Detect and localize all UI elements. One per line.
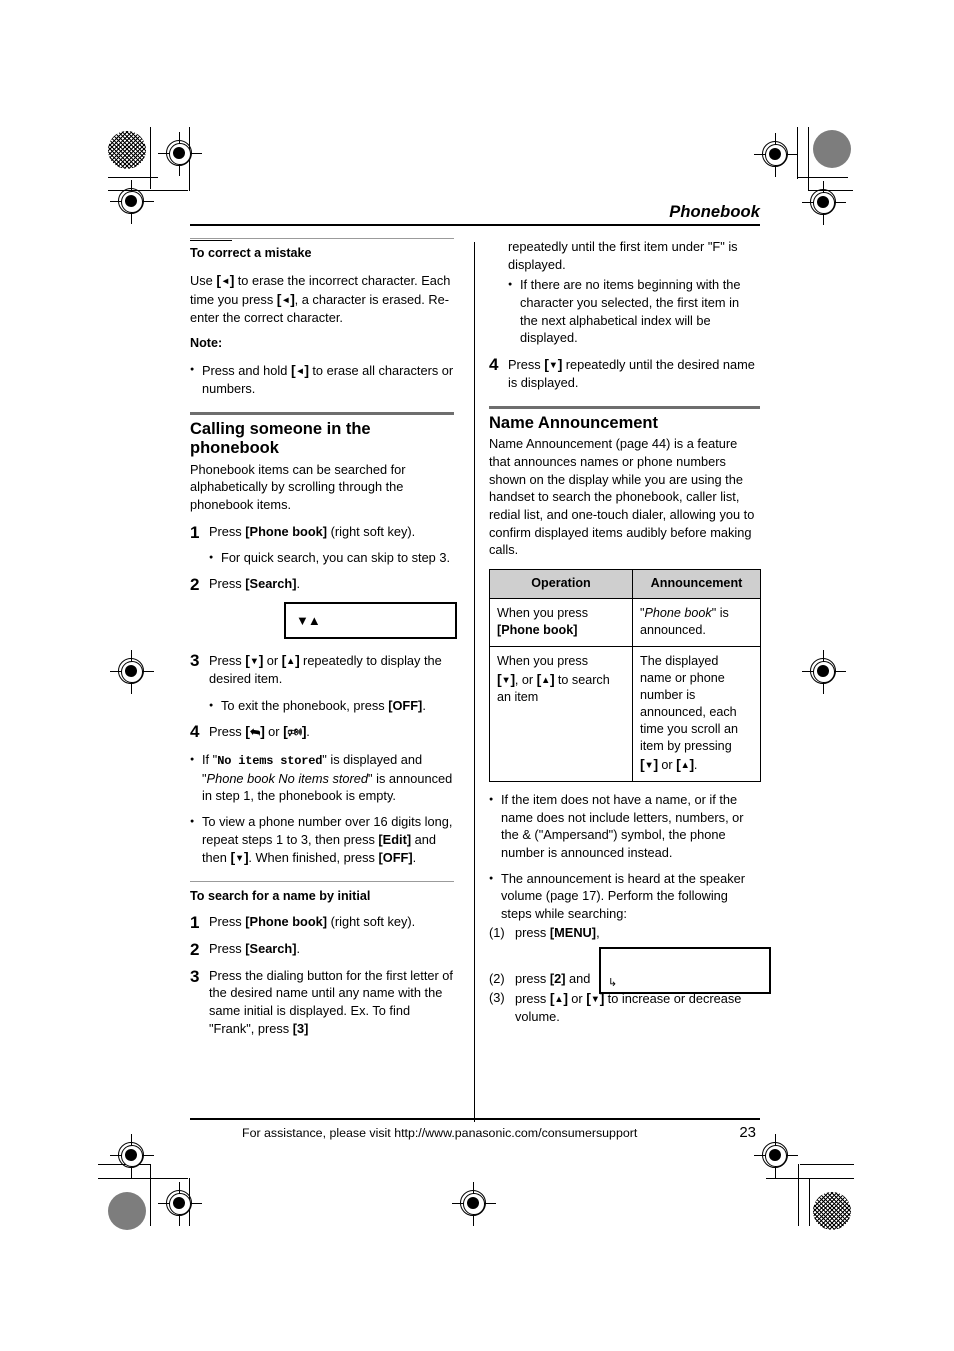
section-divider bbox=[190, 880, 454, 882]
volume-step-2: (2) press [2] and bbox=[489, 971, 591, 987]
step-number: 3 bbox=[190, 966, 200, 986]
handset-icon: ➦ bbox=[248, 723, 262, 740]
step-number: 2 bbox=[190, 939, 200, 959]
long-number-bullet: To view a phone number over 16 digits lo… bbox=[190, 813, 454, 868]
crop-mark bbox=[798, 1164, 799, 1226]
registration-mark bbox=[754, 133, 798, 177]
density-blob-bottom-right bbox=[813, 1192, 851, 1230]
registration-mark bbox=[110, 180, 154, 224]
step-3-scroll: 3 Press [▼] or [▲] repeatedly to display … bbox=[190, 650, 442, 686]
volume-step-3: (3) press [▲] or [▼] to increase or decre… bbox=[489, 989, 742, 1025]
registration-mark bbox=[452, 1182, 496, 1226]
correct-mistake-paragraph: Use [◄] to erase the incorrect character… bbox=[190, 271, 451, 326]
table-row: When you press [Phone book] "Phone book" … bbox=[489, 597, 761, 647]
heading-calling-someone: Calling someone in the phonebook bbox=[190, 419, 371, 458]
page-title: Phonebook bbox=[669, 203, 760, 221]
registration-mark bbox=[754, 1134, 798, 1178]
initial-step-2: 2 Press [Search]. bbox=[190, 939, 454, 959]
footer-divider bbox=[190, 1118, 760, 1120]
col-header-operation: Operation bbox=[489, 568, 633, 599]
volume-step-1: (1) press [MENU], bbox=[489, 924, 600, 940]
step-number: 4 bbox=[190, 722, 200, 742]
heading-name-announcement: Name Announcement bbox=[489, 413, 658, 432]
registration-mark bbox=[110, 1134, 154, 1178]
cell-announcement: The displayed name or phone number is an… bbox=[632, 645, 761, 782]
crop-mark bbox=[798, 177, 848, 178]
column-gutter bbox=[462, 238, 488, 1122]
page-content: Phonebook To correct a mistake Use [◄] t… bbox=[190, 196, 771, 1146]
crop-mark bbox=[98, 1178, 188, 1179]
volume-bullet: The announcement is heard at the speaker… bbox=[489, 870, 760, 923]
density-blob-bottom-left bbox=[108, 1192, 146, 1230]
section-divider bbox=[190, 238, 454, 239]
initial-step-3: 3 Press the dialing button for the first … bbox=[190, 966, 453, 1036]
page-footer: For assistance, please visit http://www.… bbox=[190, 1118, 760, 1146]
step-2-search: 2 Press [Search]. bbox=[190, 574, 454, 594]
registration-mark bbox=[110, 650, 154, 694]
continued-step-4: 4 Press [▼] repeatedly until the desired … bbox=[489, 354, 755, 391]
crop-mark bbox=[800, 1164, 854, 1165]
announcement-table: Operation Announcement When you press [Ph… bbox=[489, 568, 761, 782]
left-column: To correct a mistake Use [◄] to erase th… bbox=[190, 238, 462, 1046]
registration-mark bbox=[802, 181, 846, 225]
step-4-call: 4 Press [➦] or [🕬]. bbox=[190, 722, 454, 742]
column-divider bbox=[474, 242, 475, 1122]
speakerphone-icon: 🕬 bbox=[287, 727, 303, 740]
registration-mark bbox=[158, 132, 202, 176]
heading-search-by-initial: To search for a name by initial bbox=[190, 888, 371, 903]
step-label: (1) bbox=[489, 924, 505, 940]
name-announcement-intro: Name Announcement (page 44) is a feature… bbox=[489, 436, 755, 558]
page-number: 23 bbox=[739, 1124, 756, 1141]
crop-mark bbox=[150, 127, 151, 189]
table-row: When you press [▼], or [▲] to search an i… bbox=[489, 645, 761, 782]
empty-phonebook-bullet: If "No items stored" is displayed and "P… bbox=[190, 751, 454, 805]
heading-to-correct-a-mistake: To correct a mistake bbox=[190, 246, 312, 260]
density-blob-top-right bbox=[813, 130, 851, 168]
step-number: 2 bbox=[190, 574, 200, 594]
lcd-display-scroll: ▼▲ bbox=[284, 601, 457, 639]
step-number: 1 bbox=[190, 913, 200, 933]
step-number: 4 bbox=[489, 354, 499, 374]
registration-mark bbox=[158, 1182, 202, 1226]
page-header: Phonebook bbox=[190, 196, 760, 226]
step-label: (2) bbox=[489, 971, 505, 987]
crop-mark bbox=[808, 127, 809, 191]
step-1-phone-book: 1 Press [Phone book] (right soft key). bbox=[190, 522, 454, 542]
note-heading: Note: bbox=[190, 336, 223, 351]
no-name-bullet: If the item does not have a name, or if … bbox=[489, 791, 760, 862]
initial-step-1: 1 Press [Phone book] (right soft key). bbox=[190, 913, 454, 933]
step-3-bullet: To exit the phonebook, press [OFF]. bbox=[209, 697, 454, 715]
step-number: 3 bbox=[190, 650, 200, 670]
section-divider bbox=[489, 405, 760, 409]
no-items-bullet: If there are no items beginning with the… bbox=[508, 276, 760, 347]
two-column-layout: To correct a mistake Use [◄] to erase th… bbox=[190, 238, 771, 1122]
section-divider bbox=[190, 411, 454, 415]
right-column: repeatedly until the first item under "F… bbox=[488, 238, 771, 1046]
table-header-row: Operation Announcement bbox=[489, 568, 761, 599]
calling-intro: Phonebook items can be searched for alph… bbox=[190, 461, 406, 512]
footer-assistance-text: For assistance, please visit http://www.… bbox=[242, 1126, 638, 1140]
continued-text: repeatedly until the first item under "F… bbox=[508, 239, 738, 272]
col-header-announcement: Announcement bbox=[632, 568, 761, 599]
crop-mark bbox=[809, 1178, 810, 1226]
step-1-bullet: For quick search, you can skip to step 3… bbox=[209, 549, 454, 567]
crop-mark bbox=[150, 1164, 151, 1226]
cell-operation: When you press [▼], or [▲] to search an i… bbox=[489, 645, 633, 782]
cell-announcement: "Phone book" is announced. bbox=[632, 597, 761, 647]
header-divider bbox=[190, 224, 760, 226]
note-bullet: Press and hold [◄] to erase all characte… bbox=[190, 361, 454, 398]
crop-mark bbox=[766, 1178, 854, 1179]
step-number: 1 bbox=[190, 522, 200, 542]
step-label: (3) bbox=[489, 989, 505, 1005]
cell-operation: When you press [Phone book] bbox=[489, 597, 633, 647]
scroll-arrows-glyph: ▼▲ bbox=[296, 612, 321, 628]
registration-mark bbox=[802, 650, 846, 694]
density-blob-top-left bbox=[108, 131, 146, 169]
crop-mark bbox=[108, 190, 188, 191]
